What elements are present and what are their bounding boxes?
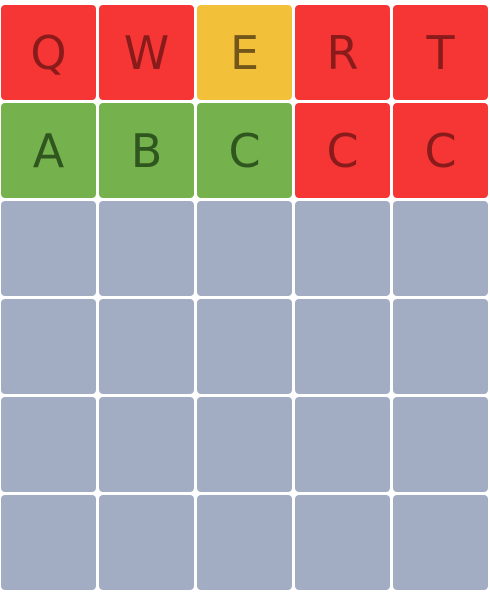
tile-absent: C (295, 103, 390, 198)
tile-empty (393, 397, 488, 492)
tile-empty (197, 495, 292, 590)
tile-correct: B (99, 103, 194, 198)
tile-empty (393, 495, 488, 590)
tile-empty (295, 397, 390, 492)
tile-empty (393, 299, 488, 394)
tile-empty (295, 495, 390, 590)
tile-empty (197, 299, 292, 394)
game-board: Q W E R T A B C C C (0, 0, 490, 596)
tile-empty (1, 299, 96, 394)
tile-absent: C (393, 103, 488, 198)
tile-empty (393, 201, 488, 296)
tile-absent: R (295, 5, 390, 100)
tile-empty (295, 299, 390, 394)
tile-empty (1, 201, 96, 296)
tile-absent: W (99, 5, 194, 100)
tile-empty (99, 299, 194, 394)
tile-empty (1, 397, 96, 492)
tile-empty (99, 397, 194, 492)
tile-empty (1, 495, 96, 590)
tile-absent: Q (1, 5, 96, 100)
tile-present: E (197, 5, 292, 100)
tile-empty (99, 495, 194, 590)
tile-empty (295, 201, 390, 296)
tile-correct: A (1, 103, 96, 198)
tile-empty (197, 397, 292, 492)
tile-empty (197, 201, 292, 296)
tile-correct: C (197, 103, 292, 198)
tile-absent: T (393, 5, 488, 100)
tile-empty (99, 201, 194, 296)
